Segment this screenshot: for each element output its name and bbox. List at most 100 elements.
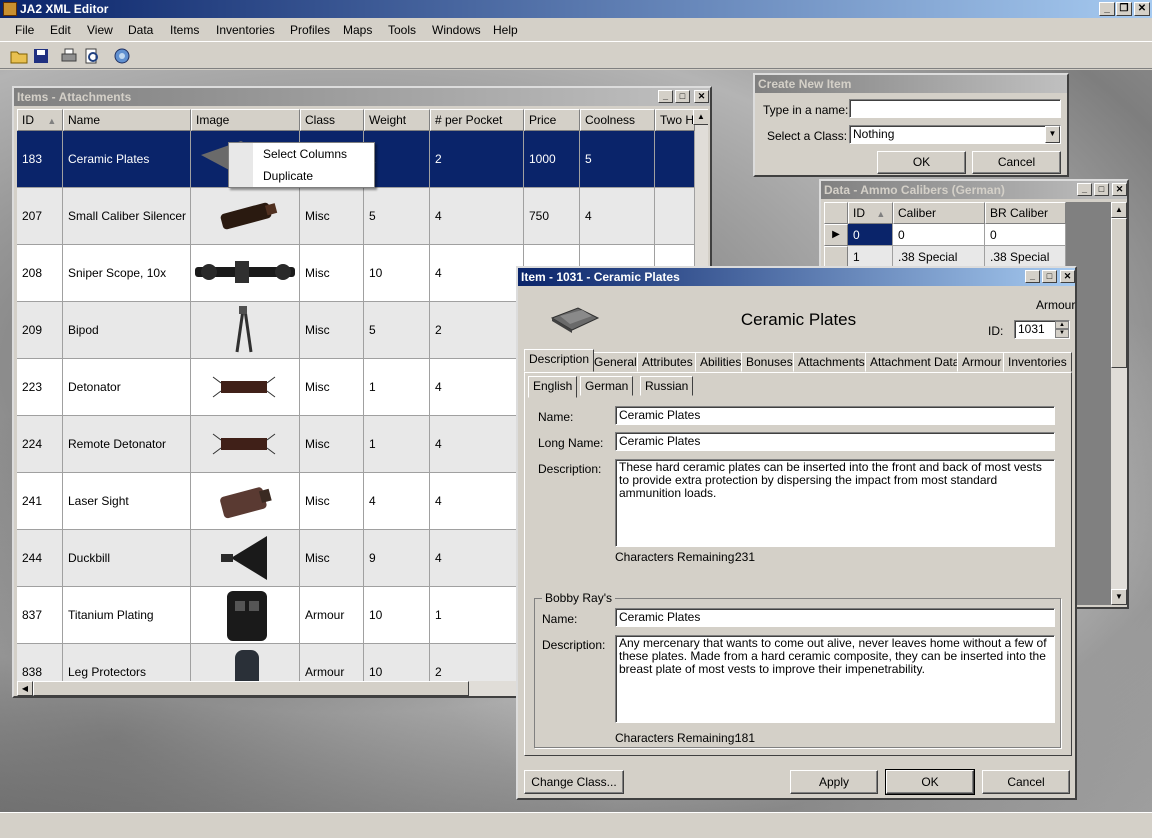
br-description-textarea[interactable]: Any mercenary that wants to come out ali…	[615, 635, 1055, 723]
cell-name[interactable]: Laser Sight	[63, 473, 191, 530]
id-spinner[interactable]: 1031 ▲ ▼	[1014, 320, 1070, 339]
col-header-class[interactable]: Class	[300, 109, 364, 131]
spin-down-icon[interactable]: ▼	[1055, 329, 1069, 338]
tab-bonuses[interactable]: Bonuses	[741, 352, 798, 372]
br-name-field[interactable]: Ceramic Plates	[615, 608, 1055, 627]
cell-id[interactable]: 838	[17, 644, 63, 681]
calibers-maximize-icon[interactable]: □	[1094, 183, 1109, 196]
cell-pocket[interactable]: 4	[430, 416, 524, 473]
tab-german[interactable]: German	[580, 376, 634, 396]
calibers-col-br-caliber[interactable]: BR Caliber	[985, 202, 1066, 224]
cell-weight[interactable]: 10	[364, 245, 430, 302]
cell-image[interactable]	[191, 644, 300, 681]
class-select[interactable]: Nothing ▼	[849, 125, 1061, 144]
spin-up-icon[interactable]: ▲	[1055, 321, 1069, 329]
cell-id[interactable]: 207	[17, 188, 63, 245]
cell-name[interactable]: Small Caliber Silencer	[63, 188, 191, 245]
cell-class[interactable]: Misc	[300, 188, 364, 245]
cell-weight[interactable]: 10	[364, 644, 430, 681]
cell-class[interactable]: Armour	[300, 587, 364, 644]
calibers-minimize-icon[interactable]: _	[1077, 183, 1092, 196]
cell-name[interactable]: Bipod	[63, 302, 191, 359]
print-icon[interactable]	[60, 47, 78, 65]
menu-edit[interactable]: Edit	[50, 18, 71, 42]
cell-class[interactable]: Misc	[300, 302, 364, 359]
context-select-columns[interactable]: Select Columns	[229, 143, 375, 165]
cancel-button[interactable]: Cancel	[982, 770, 1070, 794]
cell-cool[interactable]: 4	[580, 188, 655, 245]
caliber-cell[interactable]: 0	[893, 224, 985, 246]
change-class-button[interactable]: Change Class...	[524, 770, 624, 794]
cell-id[interactable]: 208	[17, 245, 63, 302]
cell-weight[interactable]: 4	[364, 473, 430, 530]
menu-profiles[interactable]: Profiles	[290, 18, 330, 42]
col-header-coolness[interactable]: Coolness	[580, 109, 655, 131]
tab-attributes[interactable]: Attributes	[637, 352, 698, 372]
context-duplicate[interactable]: Duplicate	[229, 165, 375, 187]
cell-pocket[interactable]: 2	[430, 131, 524, 188]
menu-tools[interactable]: Tools	[388, 18, 416, 42]
tab-english[interactable]: English	[528, 376, 578, 398]
col-header-price[interactable]: Price	[524, 109, 580, 131]
cell-pocket[interactable]: 1	[430, 587, 524, 644]
tab-abilities[interactable]: Abilities	[695, 352, 747, 372]
cell-pocket[interactable]: 4	[430, 473, 524, 530]
cell-image[interactable]	[191, 359, 300, 416]
cell-id[interactable]: 244	[17, 530, 63, 587]
calibers-vscrollbar[interactable]: ▲ ▼	[1111, 202, 1127, 605]
col-header-per-pocket[interactable]: # per Pocket	[430, 109, 524, 131]
item-maximize-icon[interactable]: □	[1042, 270, 1057, 283]
menu-data[interactable]: Data	[128, 18, 153, 42]
globe-icon[interactable]	[113, 47, 131, 65]
caliber-cell[interactable]: .38 Special	[893, 246, 985, 268]
cell-weight[interactable]: 5	[364, 188, 430, 245]
cell-name[interactable]: Ceramic Plates	[63, 131, 191, 188]
calibers-scroll-thumb[interactable]	[1111, 218, 1127, 368]
menu-items[interactable]: Items	[170, 18, 199, 42]
item-close-icon[interactable]: ✕	[1060, 270, 1075, 283]
print-preview-icon[interactable]	[83, 47, 101, 65]
menu-help[interactable]: Help	[493, 18, 518, 42]
tab-description[interactable]: Description	[524, 349, 595, 372]
cell-class[interactable]: Misc	[300, 530, 364, 587]
cell-id[interactable]: 224	[17, 416, 63, 473]
minimize-icon[interactable]: _	[1099, 2, 1115, 16]
cell-image[interactable]	[191, 587, 300, 644]
cell-pocket[interactable]: 2	[430, 302, 524, 359]
tab-attachment-data[interactable]: Attachment Data	[865, 352, 965, 372]
tab-general[interactable]: General	[589, 352, 642, 372]
cell-pocket[interactable]: 4	[430, 530, 524, 587]
description-textarea[interactable]: These hard ceramic plates can be inserte…	[615, 459, 1055, 547]
calibers-col-id[interactable]: ID ▲	[848, 202, 893, 224]
col-header-image[interactable]: Image	[191, 109, 300, 131]
tab-inventories[interactable]: Inventories	[1003, 352, 1072, 372]
cell-pocket[interactable]: 4	[430, 188, 524, 245]
tab-attachments[interactable]: Attachments	[793, 352, 870, 372]
calibers-scroll-down-icon[interactable]: ▼	[1111, 589, 1127, 605]
cell-class[interactable]: Misc	[300, 245, 364, 302]
cell-id[interactable]: 837	[17, 587, 63, 644]
cell-weight[interactable]: 10	[364, 587, 430, 644]
col-header-name[interactable]: Name	[63, 109, 191, 131]
tab-armour[interactable]: Armour	[957, 352, 1007, 372]
cell-name[interactable]: Remote Detonator	[63, 416, 191, 473]
tab-russian[interactable]: Russian	[640, 376, 694, 396]
cell-id[interactable]: 209	[17, 302, 63, 359]
scroll-up-icon[interactable]: ▲	[693, 109, 708, 125]
cell-weight[interactable]: 1	[364, 416, 430, 473]
cell-id[interactable]: 241	[17, 473, 63, 530]
cell-price[interactable]: 1000	[524, 131, 580, 188]
cell-name[interactable]: Detonator	[63, 359, 191, 416]
cell-id[interactable]: 223	[17, 359, 63, 416]
open-folder-icon[interactable]	[10, 47, 28, 65]
items-maximize-icon[interactable]: □	[675, 90, 690, 103]
cell-pocket[interactable]: 4	[430, 359, 524, 416]
item-name-field[interactable]: Ceramic Plates	[615, 406, 1055, 425]
apply-button[interactable]: Apply	[790, 770, 878, 794]
cell-cool[interactable]: 5	[580, 131, 655, 188]
cell-image[interactable]	[191, 188, 300, 245]
cell-image[interactable]	[191, 530, 300, 587]
cell-pocket[interactable]: 4	[430, 245, 524, 302]
calibers-col-caliber[interactable]: Caliber	[893, 202, 985, 224]
create-ok-button[interactable]: OK	[877, 151, 966, 174]
